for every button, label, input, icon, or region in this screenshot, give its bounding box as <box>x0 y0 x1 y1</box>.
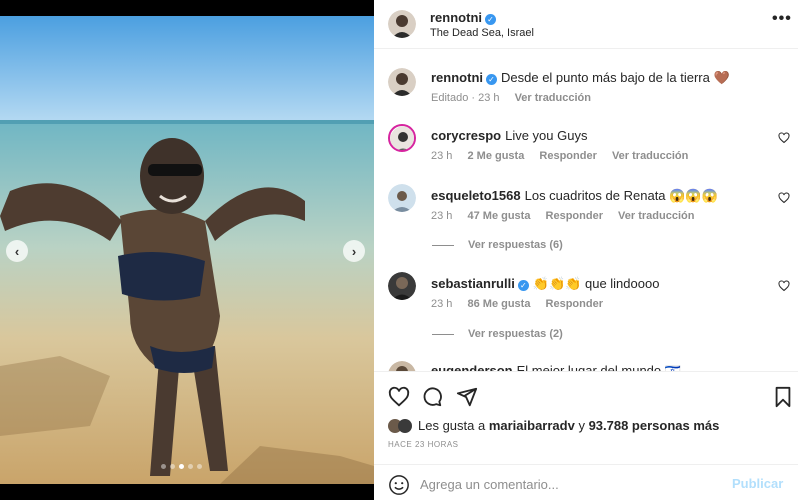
comment-text-line: corycrespo Live you Guys <box>431 128 587 143</box>
comment-text-line: sebastianrulli ✓ 👏👏👏 que lindoooo <box>431 276 659 292</box>
post-media: ‹ › <box>0 0 374 500</box>
verified-badge-icon: ✓ <box>486 74 497 85</box>
publish-button[interactable]: Publicar <box>732 476 783 491</box>
like-comment-heart-icon[interactable] <box>778 132 790 144</box>
comment-text: El mejor lugar del mundo 🇮🇱 <box>516 363 681 371</box>
post-time-ago: HACE 23 HORAS <box>388 440 459 449</box>
comment-time: 23 h <box>431 150 453 162</box>
verified-badge-icon: ✓ <box>485 14 496 25</box>
caption-text-line: rennotni ✓ Desde el punto más bajo de la t… <box>431 70 730 86</box>
comment-username[interactable]: sebastianrulli <box>431 276 515 291</box>
commenter-avatar[interactable] <box>388 124 416 152</box>
post-detail-panel: rennotni ✓ The Dead Sea, Israel ••• renno… <box>374 0 798 500</box>
view-replies-button[interactable]: Ver respuestas (6) <box>432 239 563 251</box>
author-name-row: rennotni ✓ <box>430 9 496 27</box>
emoji-icon[interactable] <box>388 474 410 496</box>
comment-text-line: esqueleto1568 Los cuadritos de Renata 😱😱😱 <box>431 188 718 204</box>
caption-meta: Editado · 23 h Ver traducción <box>431 92 603 104</box>
author-avatar[interactable] <box>388 10 416 38</box>
comment-likes-count[interactable]: 86 Me gusta <box>467 298 530 310</box>
comment-text: Live you Guys <box>505 128 588 143</box>
save-bookmark-icon[interactable] <box>772 386 794 408</box>
comment-time: 23 h <box>431 210 453 222</box>
view-replies-button[interactable]: Ver respuestas (2) <box>432 328 563 340</box>
like-heart-icon[interactable] <box>388 386 410 408</box>
post-actions: Les gusta a mariaibarradv y 93.788 perso… <box>374 371 798 500</box>
like-comment-heart-icon[interactable] <box>778 192 790 204</box>
next-slide-button[interactable]: › <box>343 240 365 262</box>
comment-username[interactable]: corycrespo <box>431 128 501 143</box>
comment-text: 👏👏👏 que lindoooo <box>532 276 660 291</box>
comment-text: Los cuadritos de Renata 😱😱😱 <box>524 188 718 203</box>
reply-button[interactable]: Responder <box>546 210 603 222</box>
comment-meta: 23 h 2 Me gusta Responder Ver traducción <box>431 150 700 162</box>
post-photo[interactable] <box>0 16 374 484</box>
liker-username[interactable]: mariaibarradv <box>489 418 575 433</box>
comment-input[interactable] <box>420 472 720 496</box>
reply-button[interactable]: Responder <box>546 298 603 310</box>
comment-meta: 23 h 47 Me gusta Responder Ver traducció… <box>431 210 706 222</box>
see-translation-link[interactable]: Ver traducción <box>618 210 694 222</box>
caption-avatar[interactable] <box>388 68 416 96</box>
comment-time: 23 h <box>431 298 453 310</box>
author-username[interactable]: rennotni <box>430 10 482 25</box>
likes-prefix: Les gusta a <box>418 418 489 433</box>
likes-count-link[interactable]: 93.788 personas más <box>589 418 720 433</box>
caption-username[interactable]: rennotni <box>431 70 483 85</box>
dead-sea-photo <box>0 16 374 484</box>
view-replies-label[interactable]: Ver respuestas (6) <box>468 239 563 251</box>
share-send-icon[interactable] <box>456 386 478 408</box>
carousel-dot <box>188 464 193 469</box>
carousel-dot-active <box>179 464 184 469</box>
comment-text-line: eugenderson El mejor lugar del mundo 🇮🇱 <box>431 363 681 371</box>
see-translation-link[interactable]: Ver traducción <box>515 92 591 104</box>
comment-meta: 23 h 86 Me gusta Responder <box>431 298 615 310</box>
likes-middle: y <box>574 418 589 433</box>
carousel-dot <box>170 464 175 469</box>
view-replies-label[interactable]: Ver respuestas (2) <box>468 328 563 340</box>
carousel-dot <box>197 464 202 469</box>
comment-username[interactable]: esqueleto1568 <box>431 188 521 203</box>
carousel-indicator <box>161 464 202 469</box>
commenter-avatar[interactable] <box>388 361 416 371</box>
like-comment-heart-icon[interactable] <box>778 280 790 292</box>
post-header: rennotni ✓ The Dead Sea, Israel ••• <box>374 0 798 49</box>
comment-likes-count[interactable]: 2 Me gusta <box>467 150 524 162</box>
comment-username[interactable]: eugenderson <box>431 363 513 371</box>
comment-bubble-icon[interactable] <box>421 386 443 408</box>
reply-button[interactable]: Responder <box>539 150 596 162</box>
comment-composer: Publicar <box>374 464 798 500</box>
replies-divider <box>432 333 454 335</box>
liker-avatar <box>398 419 412 433</box>
previous-slide-button[interactable]: ‹ <box>6 240 28 262</box>
commenter-avatar[interactable] <box>388 184 416 212</box>
caption-edited: Editado · 23 h <box>431 92 500 104</box>
see-translation-link[interactable]: Ver traducción <box>612 150 688 162</box>
replies-divider <box>432 244 454 246</box>
more-options-icon[interactable]: ••• <box>772 10 792 28</box>
likes-summary: Les gusta a mariaibarradv y 93.788 perso… <box>388 418 719 433</box>
post-location[interactable]: The Dead Sea, Israel <box>430 27 534 39</box>
commenter-avatar[interactable] <box>388 272 416 300</box>
verified-badge-icon: ✓ <box>517 280 529 291</box>
comments-list[interactable]: rennotni ✓ Desde el punto más bajo de la t… <box>374 49 798 371</box>
caption-text: Desde el punto más bajo de la tierra 🤎 <box>501 70 730 85</box>
carousel-dot <box>161 464 166 469</box>
comment-likes-count[interactable]: 47 Me gusta <box>467 210 530 222</box>
